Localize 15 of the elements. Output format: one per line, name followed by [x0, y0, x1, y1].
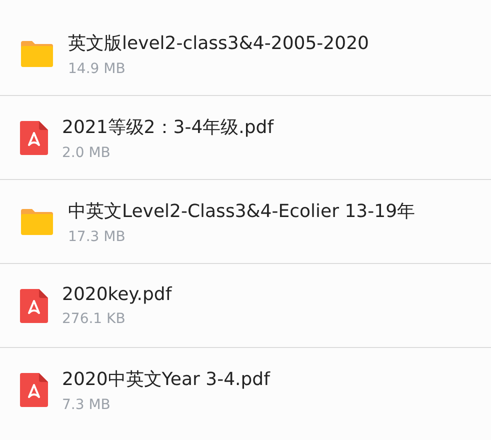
file-name[interactable]: 英文版level2-class3&4-2005-2020: [68, 30, 369, 54]
pdf-icon: [20, 288, 48, 322]
file-size: 17.3 MB: [68, 228, 126, 244]
file-name[interactable]: 中英文Level2-Class3&4-Ecolier 13-19年: [68, 198, 416, 222]
folder-icon: [20, 208, 54, 236]
file-name[interactable]: 2020key.pdf: [62, 284, 172, 305]
file-name[interactable]: 2020中英文Year 3-4.pdf: [62, 367, 270, 391]
file-size: 14.9 MB: [68, 60, 126, 76]
file-size: 7.3 MB: [62, 397, 112, 413]
file-size: 276.1 KB: [62, 311, 126, 327]
file-name[interactable]: 2021等级2：3-4年级.pdf: [62, 114, 274, 138]
pdf-icon: [20, 120, 48, 154]
file-size: 2.0 MB: [62, 144, 112, 160]
folder-icon: [20, 40, 54, 68]
pdf-icon: [20, 373, 48, 407]
